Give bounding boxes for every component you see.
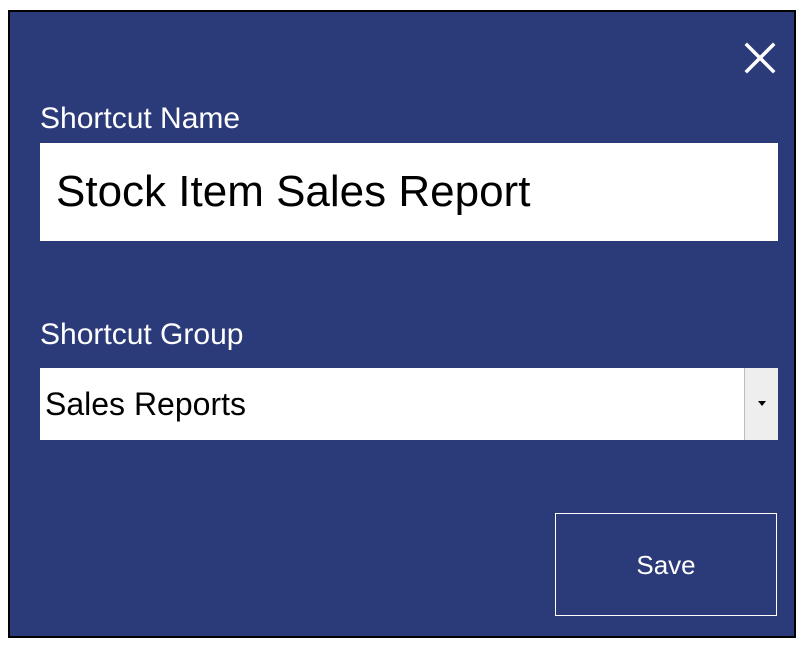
shortcut-dialog: Shortcut Name Shortcut Group Sales Repor… (8, 10, 796, 638)
save-button[interactable]: Save (555, 513, 777, 616)
shortcut-group-value: Sales Reports (45, 386, 246, 422)
dropdown-button[interactable] (744, 368, 778, 440)
shortcut-group-label: Shortcut Group (40, 318, 244, 351)
shortcut-name-input[interactable] (40, 143, 778, 241)
chevron-down-icon (758, 401, 766, 406)
shortcut-name-label: Shortcut Name (40, 102, 241, 135)
shortcut-group-select[interactable]: Sales Reports (40, 368, 778, 440)
close-icon-graphic (744, 42, 776, 74)
close-icon[interactable] (738, 36, 782, 80)
